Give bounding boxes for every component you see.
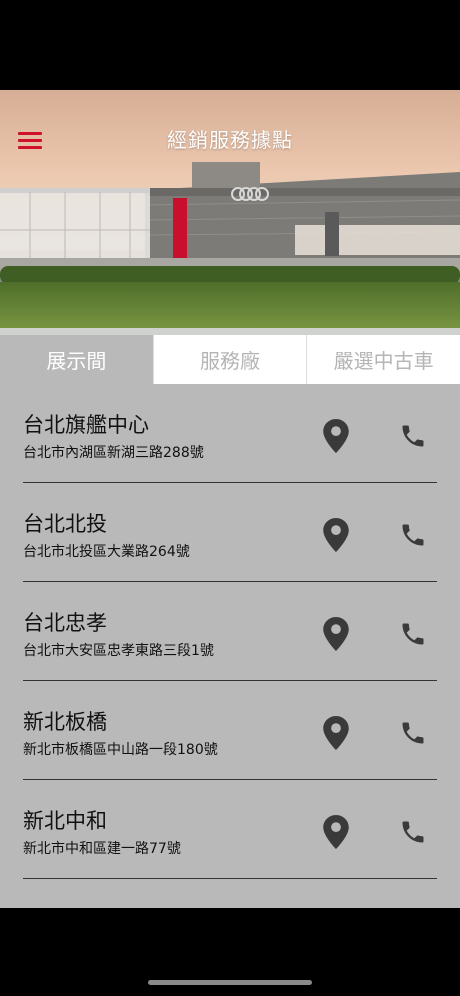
location-name: 台北旗艦中心 bbox=[23, 413, 149, 437]
location-name: 台北忠孝 bbox=[23, 611, 107, 635]
tab-certified-used-cars[interactable]: 嚴選中古車 bbox=[306, 335, 460, 384]
location-address: 台北市大安區忠孝東路三段1號 bbox=[23, 643, 214, 659]
phone-icon[interactable] bbox=[399, 422, 427, 450]
tab-service-center[interactable]: 服務廠 bbox=[152, 335, 307, 384]
map-pin-icon[interactable] bbox=[323, 716, 349, 750]
location-address: 台北市內湖區新湖三路288號 bbox=[23, 445, 204, 461]
location-row: 新北中和 新北市中和區建一路77號 bbox=[23, 780, 437, 879]
phone-icon[interactable] bbox=[399, 719, 427, 747]
map-pin-icon[interactable] bbox=[323, 419, 349, 453]
page-title: 經銷服務據點 bbox=[167, 128, 293, 152]
location-address: 台北市北投區大業路264號 bbox=[23, 544, 190, 560]
location-list: 台北旗艦中心 台北市內湖區新湖三路288號 台北北投 台北市北投區大業路264號… bbox=[0, 384, 460, 908]
location-address: 新北市板橋區中山路一段180號 bbox=[23, 742, 218, 758]
location-name: 台北北投 bbox=[23, 512, 107, 536]
location-row: 台北旗艦中心 台北市內湖區新湖三路288號 bbox=[23, 384, 437, 483]
bottom-safe-area bbox=[0, 908, 460, 996]
map-pin-icon[interactable] bbox=[323, 518, 349, 552]
map-pin-icon[interactable] bbox=[323, 617, 349, 651]
tab-showroom[interactable]: 展示間 bbox=[0, 335, 153, 384]
location-row: 台北北投 台北市北投區大業路264號 bbox=[23, 483, 437, 582]
status-bar bbox=[0, 0, 460, 90]
phone-icon[interactable] bbox=[399, 818, 427, 846]
home-indicator[interactable] bbox=[148, 980, 312, 985]
map-pin-icon[interactable] bbox=[323, 815, 349, 849]
category-tabs: 展示間 服務廠 嚴選中古車 bbox=[0, 335, 460, 384]
phone-icon[interactable] bbox=[399, 620, 427, 648]
location-address: 新北市中和區建一路77號 bbox=[23, 841, 181, 857]
phone-icon[interactable] bbox=[399, 521, 427, 549]
location-name: 新北中和 bbox=[23, 809, 107, 833]
location-row: 台北忠孝 台北市大安區忠孝東路三段1號 bbox=[23, 582, 437, 681]
location-name: 新北板橋 bbox=[23, 710, 107, 734]
location-row: 新北板橋 新北市板橋區中山路一段180號 bbox=[23, 681, 437, 780]
